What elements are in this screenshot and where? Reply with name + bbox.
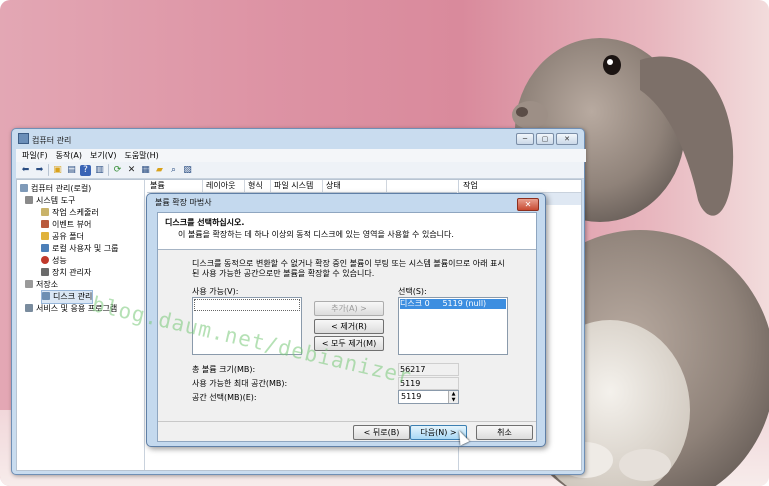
- disk-size: 5119 (null): [442, 299, 487, 308]
- dialog-heading: 디스크를 선택하십시오.: [165, 218, 245, 227]
- console-icon[interactable]: ▥: [94, 165, 105, 176]
- clock-icon: [41, 208, 49, 216]
- column-layout[interactable]: 레이아웃: [203, 180, 245, 192]
- computer-icon: [20, 184, 28, 192]
- delete-icon[interactable]: ✕: [126, 165, 137, 176]
- available-list-item[interactable]: [194, 299, 300, 311]
- disk-management-icon: [42, 292, 50, 300]
- toolbar-separator: [108, 164, 109, 176]
- disk-name: 디스크 0: [400, 299, 430, 308]
- selected-list-item[interactable]: 디스크 0 5119 (null): [400, 299, 506, 309]
- show-hide-tree-icon[interactable]: ▤: [66, 165, 77, 176]
- spin-arrows-icon[interactable]: ▲ ▼: [448, 391, 458, 403]
- selected-label: 선택(S):: [398, 287, 427, 296]
- tree-item-label: 공유 폴더: [52, 232, 84, 241]
- selected-list[interactable]: 디스크 0 5119 (null): [398, 297, 508, 355]
- tree-item-local-users[interactable]: 로컬 사용자 및 그룹: [41, 243, 119, 255]
- help-icon[interactable]: ?: [80, 164, 91, 176]
- tree-item-performance[interactable]: 성능: [41, 255, 67, 267]
- computer-management-icon: [18, 133, 29, 144]
- menu-file[interactable]: 파일(F): [22, 149, 48, 162]
- menu-view[interactable]: 보기(V): [90, 149, 116, 162]
- tree-item-label: 장치 관리자: [52, 268, 92, 277]
- caption-buttons: ─ ▢ ✕: [516, 133, 578, 145]
- tree-item-label: 저장소: [36, 280, 59, 289]
- menubar: 파일(F) 동작(A) 보기(V) 도움말(H): [16, 149, 586, 162]
- select-space-label: 공간 선택(MB)(E):: [192, 393, 257, 402]
- column-type[interactable]: 형식: [245, 180, 271, 192]
- tree-item-shared-folders[interactable]: 공유 폴더: [41, 231, 84, 243]
- dialog-close-button[interactable]: ✕: [517, 198, 539, 211]
- max-space-label: 사용 가능한 최대 공간(MB):: [192, 379, 288, 388]
- navigation-tree: 컴퓨터 관리(로컬) 시스템 도구 작업 스케줄러 이벤트 뷰어 공유 폴더 로…: [17, 180, 145, 470]
- users-icon: [41, 244, 49, 252]
- actions-header: 작업: [459, 180, 581, 193]
- services-icon: [25, 304, 33, 312]
- storage-icon: [25, 280, 33, 288]
- forward-icon[interactable]: ➡: [34, 165, 45, 176]
- available-label: 사용 가능(V):: [192, 287, 239, 296]
- window-title: 컴퓨터 관리: [18, 133, 71, 147]
- tree-item-computer-management[interactable]: 컴퓨터 관리(로컬): [20, 183, 91, 195]
- tools-icon: [25, 196, 33, 204]
- remove-button[interactable]: < 제거(R): [314, 319, 384, 334]
- maximize-button[interactable]: ▢: [536, 133, 554, 145]
- menu-help[interactable]: 도움말(H): [124, 149, 158, 162]
- minimize-button[interactable]: ─: [516, 133, 534, 145]
- toolbar: ⬅ ➡ ▣ ▤ ? ▥ ⟳ ✕ ▦ ▰ ⌕ ▧: [16, 162, 584, 179]
- tree-item-label: 이벤트 뷰어: [52, 220, 92, 229]
- volume-list-header: 볼륨 레이아웃 형식 파일 시스템 상태: [147, 180, 457, 193]
- up-folder-icon[interactable]: ▣: [52, 165, 63, 176]
- toolbar-separator: [48, 164, 49, 176]
- dialog-intro-text: 디스크를 동적으로 변환할 수 없거나 확장 중인 볼륨이 부팅 또는 시스템 …: [192, 259, 505, 278]
- tree-item-system-tools[interactable]: 시스템 도구: [25, 195, 75, 207]
- device-manager-icon: [41, 268, 49, 276]
- tree-item-task-scheduler[interactable]: 작업 스케줄러: [41, 207, 99, 219]
- open-icon[interactable]: ▰: [154, 165, 165, 176]
- column-volume[interactable]: 볼륨: [147, 180, 203, 192]
- dialog-subheading: 이 볼륨을 확장하는 데 하나 이상의 동적 디스크에 있는 영역을 사용할 수…: [178, 230, 454, 239]
- column-file-system[interactable]: 파일 시스템: [271, 180, 323, 192]
- properties-icon[interactable]: ▦: [140, 165, 151, 176]
- tree-item-event-viewer[interactable]: 이벤트 뷰어: [41, 219, 91, 231]
- tree-item-label: 디스크 관리: [53, 292, 93, 301]
- event-log-icon: [41, 220, 49, 228]
- menu-action[interactable]: 동작(A): [56, 149, 82, 162]
- dialog-header: 디스크를 선택하십시오. 이 볼륨을 확장하는 데 하나 이상의 동적 디스크에…: [158, 213, 536, 250]
- tree-item-label: 성능: [52, 256, 67, 265]
- window-title-text: 컴퓨터 관리: [32, 136, 72, 145]
- tree-item-label: 작업 스케줄러: [52, 208, 99, 217]
- shared-folder-icon: [41, 232, 49, 240]
- column-status[interactable]: 상태: [323, 180, 387, 192]
- select-space-value: 5119: [401, 392, 422, 401]
- refresh-icon[interactable]: ⟳: [112, 165, 123, 176]
- add-button[interactable]: 추가(A) >: [314, 301, 384, 316]
- dialog-title: 볼륨 확장 마법사: [155, 198, 212, 207]
- tree-item-device-manager[interactable]: 장치 관리자: [41, 267, 91, 279]
- tree-item-label: 컴퓨터 관리(로컬): [31, 184, 92, 193]
- select-space-stepper[interactable]: 5119 ▲ ▼: [398, 390, 459, 404]
- performance-icon: [41, 256, 49, 264]
- back-button[interactable]: < 뒤로(B): [353, 425, 410, 440]
- tree-item-label: 로컬 사용자 및 그룹: [52, 244, 119, 253]
- close-button[interactable]: ✕: [556, 133, 578, 145]
- total-size-label: 총 볼륨 크기(MB):: [192, 365, 256, 374]
- export-icon[interactable]: ▧: [182, 165, 193, 176]
- back-icon[interactable]: ⬅: [20, 165, 31, 176]
- cancel-button[interactable]: 취소: [476, 425, 533, 440]
- tree-item-disk-management[interactable]: 디스크 관리: [41, 290, 94, 304]
- dialog-separator: [158, 421, 536, 422]
- tree-item-label: 시스템 도구: [36, 196, 76, 205]
- search-icon[interactable]: ⌕: [168, 165, 179, 176]
